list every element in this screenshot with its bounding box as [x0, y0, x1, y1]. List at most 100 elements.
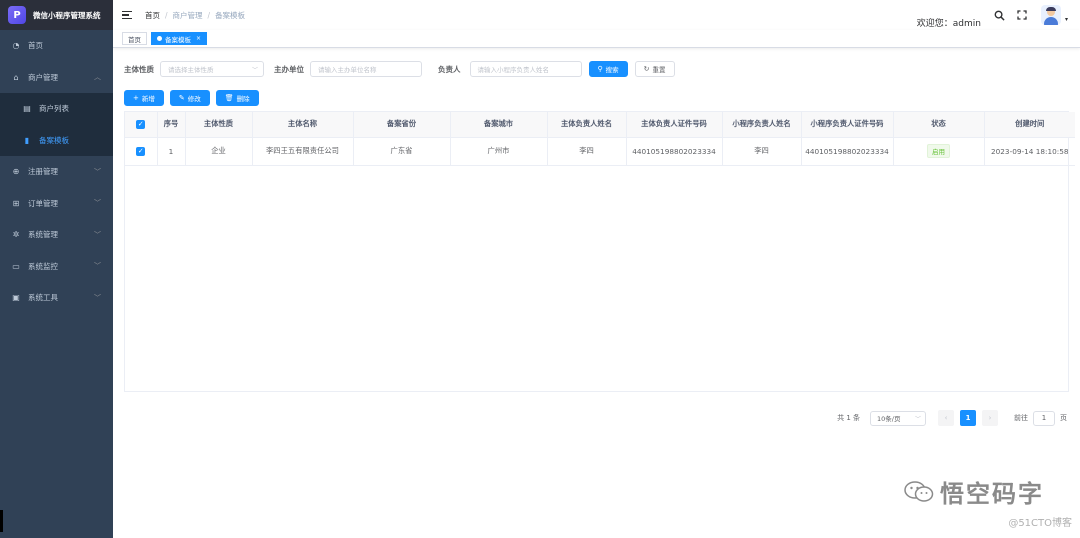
search-icon[interactable] — [993, 8, 1007, 22]
column-header: 主体负责人姓名 — [547, 112, 627, 138]
status-badge: 启用 — [927, 144, 950, 158]
owner-input[interactable]: 请输入小程序负责人姓名 — [469, 61, 582, 77]
content: 主体性质 请选择主体性质 ﹀ 主办单位 请输入主办单位名称 负责人 请输入小程序… — [113, 61, 1080, 392]
column-header: 序号 — [157, 112, 186, 138]
sidebar-item-label: 备案模板 — [39, 135, 69, 145]
list-icon: ▤ — [23, 104, 31, 114]
trash-icon: 🗑 — [224, 94, 234, 102]
sidebar-item-monitor[interactable]: ▭ 系统监控 ﹀ — [0, 251, 113, 283]
sidebar-item-label: 商户管理 — [28, 72, 58, 82]
owner-placeholder: 请输入小程序负责人姓名 — [477, 66, 550, 74]
select-all-checkbox[interactable]: ✓ — [125, 112, 158, 138]
prev-page-button[interactable]: ‹ — [938, 410, 954, 426]
pagination: 共 1 条 10条/页 ﹀ ‹ 1 › 前往 1 页 — [837, 410, 1067, 426]
sidebar: P 微信小程序管理系统 ◔ 首页 ⌂ 商户管理 ︿ ▤ 商户列表 ▮ 备案模板 … — [0, 0, 113, 538]
search-form: 主体性质 请选择主体性质 ﹀ 主办单位 请输入主办单位名称 负责人 请输入小程序… — [124, 61, 1069, 77]
breadcrumb: 首页 / 商户管理 / 备案模板 — [145, 10, 245, 21]
column-header: 小程序负责人证件号码 — [801, 112, 894, 138]
welcome-text: 欢迎您：admin — [916, 19, 981, 29]
sidebar-item-home[interactable]: ◔ 首页 — [0, 30, 113, 62]
add-button[interactable]: + 新增 — [124, 90, 164, 106]
data-table: ✓ 序号 主体性质 主体名称 备案省份 备案城市 主体负责人姓名 主体负责人证件… — [124, 111, 1075, 392]
navbar: 首页 / 商户管理 / 备案模板 欢迎您：admin ▾ — [113, 0, 1080, 30]
table-cell: 企业 — [185, 137, 253, 166]
subject-type-select[interactable]: 请选择主体性质 ﹀ — [160, 61, 264, 77]
breadcrumb-separator: / — [165, 10, 168, 20]
chevron-down-icon: ﹀ — [914, 415, 921, 423]
sidebar-item-template[interactable]: ▮ 备案模板 — [0, 125, 113, 157]
template-icon: ▮ — [24, 135, 30, 145]
chevron-down-icon: ﹀ — [94, 262, 101, 271]
page-number-button[interactable]: 1 — [960, 410, 976, 426]
sidebar-item-register[interactable]: ⊕ 注册管理 ﹀ — [0, 156, 113, 188]
gear-icon: ✲ — [12, 230, 20, 240]
toolbar: + 新增 ✎ 修改 🗑 删除 — [124, 90, 1069, 106]
column-header: 主体名称 — [252, 112, 354, 138]
reset-button-label: 重置 — [652, 66, 666, 74]
watermark: 悟空码字 — [904, 474, 1044, 509]
table-cell: 2023-09-14 18:10:58 — [984, 137, 1075, 166]
caret-down-icon[interactable]: ▾ — [1065, 16, 1068, 23]
fullscreen-icon[interactable] — [1015, 8, 1029, 22]
dashboard-icon: ◔ — [12, 41, 20, 51]
org-label: 主办单位 — [274, 64, 304, 74]
page-suffix: 页 — [1060, 414, 1067, 422]
chevron-down-icon: ﹀ — [94, 199, 101, 208]
sidebar-item-orders[interactable]: ⊞ 订单管理 ﹀ — [0, 188, 113, 220]
tags-view: 首页 备案模板 × — [113, 30, 1080, 48]
watermark-sub: @51CTO博客 — [1008, 518, 1072, 529]
logo[interactable]: P 微信小程序管理系统 — [0, 0, 113, 30]
wechat-icon — [904, 480, 934, 503]
table-row[interactable]: ✓ 1 企业 李四王五有限责任公司 广东省 广州市 李四 44010519880… — [125, 137, 1075, 166]
avatar[interactable] — [1040, 5, 1061, 25]
column-header: 主体负责人证件号码 — [626, 112, 723, 138]
sidebar-item-tools[interactable]: ▣ 系统工具 ﹀ — [0, 282, 113, 314]
column-header: 备案城市 — [450, 112, 548, 138]
column-header: 创建时间 — [984, 112, 1075, 138]
sidebar-item-label: 系统监控 — [28, 261, 58, 271]
app-logo-icon: P — [8, 6, 26, 24]
delete-button[interactable]: 🗑 删除 — [215, 90, 259, 106]
add-button-label: 新增 — [141, 95, 155, 103]
tag-home[interactable]: 首页 — [122, 32, 147, 45]
tag-label: 首页 — [128, 35, 141, 44]
next-page-button[interactable]: › — [982, 410, 998, 426]
register-icon: ⊕ — [12, 167, 20, 177]
chevron-down-icon: ﹀ — [251, 66, 258, 74]
shop-icon: ⌂ — [13, 72, 19, 82]
monitor-icon: ▭ — [12, 261, 20, 271]
chevron-up-icon: ︿ — [94, 73, 101, 82]
table-header-row: ✓ 序号 主体性质 主体名称 备案省份 备案城市 主体负责人姓名 主体负责人证件… — [125, 112, 1075, 138]
edit-button-label: 修改 — [187, 95, 201, 103]
tag-template[interactable]: 备案模板 × — [151, 32, 208, 45]
goto-label: 前往 — [1014, 414, 1028, 422]
table-cell: 1 — [157, 137, 186, 166]
sidebar-item-merchant-list[interactable]: ▤ 商户列表 — [0, 93, 113, 125]
breadcrumb-merchant: 商户管理 — [172, 10, 203, 20]
row-checkbox[interactable]: ✓ — [125, 137, 158, 166]
sidebar-item-label: 注册管理 — [28, 167, 58, 177]
reset-button[interactable]: ↻ 重置 — [634, 61, 675, 77]
column-header: 备案省份 — [353, 112, 451, 138]
subject-type-placeholder: 请选择主体性质 — [168, 66, 214, 74]
toolbox-icon: ▣ — [12, 293, 20, 303]
org-input[interactable]: 请输入主办单位名称 — [310, 61, 422, 77]
hamburger-icon[interactable] — [122, 10, 132, 20]
page-size-select[interactable]: 10条/页 ﹀ — [870, 410, 926, 426]
search-icon: ⚲ — [597, 65, 603, 73]
search-button[interactable]: ⚲ 搜索 — [588, 61, 628, 77]
sidebar-item-merchant[interactable]: ⌂ 商户管理 ︿ — [0, 62, 113, 94]
column-header: 小程序负责人姓名 — [722, 112, 802, 138]
pagination-total: 共 1 条 — [837, 414, 860, 422]
breadcrumb-home[interactable]: 首页 — [145, 11, 160, 20]
edit-button[interactable]: ✎ 修改 — [169, 90, 210, 106]
app-title: 微信小程序管理系统 — [33, 10, 101, 20]
column-header: 状态 — [893, 112, 985, 138]
goto-page-input[interactable]: 1 — [1033, 410, 1055, 426]
table-cell: 广东省 — [353, 137, 451, 166]
page-size-value: 10条/页 — [877, 415, 901, 423]
close-icon[interactable]: × — [196, 35, 201, 42]
breadcrumb-current: 备案模板 — [215, 10, 246, 20]
sidebar-item-system[interactable]: ✲ 系统管理 ﹀ — [0, 219, 113, 251]
active-dot-icon — [157, 36, 162, 41]
